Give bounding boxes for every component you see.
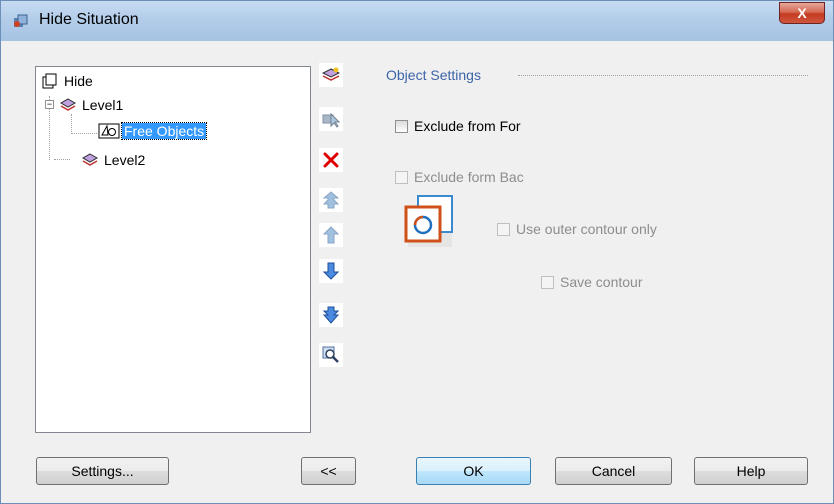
move-down-button[interactable] (319, 259, 343, 283)
delete-button[interactable] (319, 148, 343, 172)
hide-situation-dialog: Hide Situation X Hide − Level1 Free Obje… (0, 0, 834, 504)
delete-icon (323, 152, 339, 168)
move-top-button[interactable] (319, 188, 343, 212)
checkbox-box (395, 170, 408, 184)
move-bottom-icon (323, 306, 339, 324)
tree-line (54, 159, 70, 160)
checkbox-box (497, 222, 510, 236)
use-outer-contour-checkbox: Use outer contour only (497, 221, 657, 237)
tree-expander-level1[interactable]: − (45, 100, 54, 109)
exclude-back-checkbox: Exclude form Bac (395, 169, 524, 185)
layer-stack-icon (60, 98, 76, 111)
add-object-button[interactable] (319, 107, 343, 131)
zoom-button[interactable] (319, 343, 343, 367)
contour-preview-icon (404, 195, 453, 247)
checkbox-box[interactable] (395, 119, 408, 133)
hide-root-icon (42, 73, 57, 89)
tree-item-level1[interactable]: Level1 (60, 96, 125, 114)
save-contour-label: Save contour (560, 274, 643, 290)
tree-item-label: Level1 (82, 97, 124, 113)
move-top-icon (323, 191, 339, 209)
ok-button[interactable]: OK (416, 457, 531, 485)
move-up-button[interactable] (319, 223, 343, 247)
use-outer-contour-label: Use outer contour only (516, 221, 657, 237)
close-button[interactable]: X (779, 2, 825, 24)
move-bottom-button[interactable] (319, 303, 343, 327)
layer-stack-icon (82, 153, 98, 166)
dialog-body: Hide − Level1 Free Objects Level2 Object… (8, 41, 826, 498)
save-contour-checkbox: Save contour (541, 274, 643, 290)
tree-item-hide[interactable]: Hide (42, 72, 95, 90)
collapse-button[interactable]: << (301, 457, 356, 485)
free-objects-icon (98, 123, 120, 139)
cancel-button[interactable]: Cancel (555, 457, 672, 485)
zoom-icon (322, 346, 339, 363)
checkbox-box (541, 275, 554, 289)
help-button[interactable]: Help (694, 457, 808, 485)
tree-line (71, 114, 72, 134)
section-divider (518, 75, 808, 76)
tree-item-level2[interactable]: Level2 (82, 151, 147, 169)
hide-tree-view[interactable]: Hide − Level1 Free Objects Level2 (35, 66, 311, 433)
app-icon (14, 14, 28, 27)
tree-item-label: Level2 (104, 152, 146, 168)
settings-button[interactable]: Settings... (36, 457, 169, 485)
tree-item-label: Hide (64, 73, 93, 89)
add-level-button[interactable] (319, 63, 343, 87)
object-settings-title: Object Settings (386, 67, 481, 83)
title-bar: Hide Situation X (1, 1, 833, 41)
add-object-icon (322, 112, 340, 128)
add-level-icon (322, 67, 340, 81)
tree-item-label: Free Objects (120, 122, 208, 140)
move-up-icon (323, 226, 339, 244)
exclude-front-checkbox[interactable]: Exclude from For (395, 118, 521, 134)
exclude-front-label: Exclude from For (414, 118, 521, 134)
window-title: Hide Situation (39, 11, 139, 28)
move-down-icon (323, 262, 339, 280)
tree-line (71, 133, 97, 134)
tree-item-free-objects[interactable]: Free Objects (98, 122, 208, 140)
exclude-back-label: Exclude form Bac (414, 169, 524, 185)
